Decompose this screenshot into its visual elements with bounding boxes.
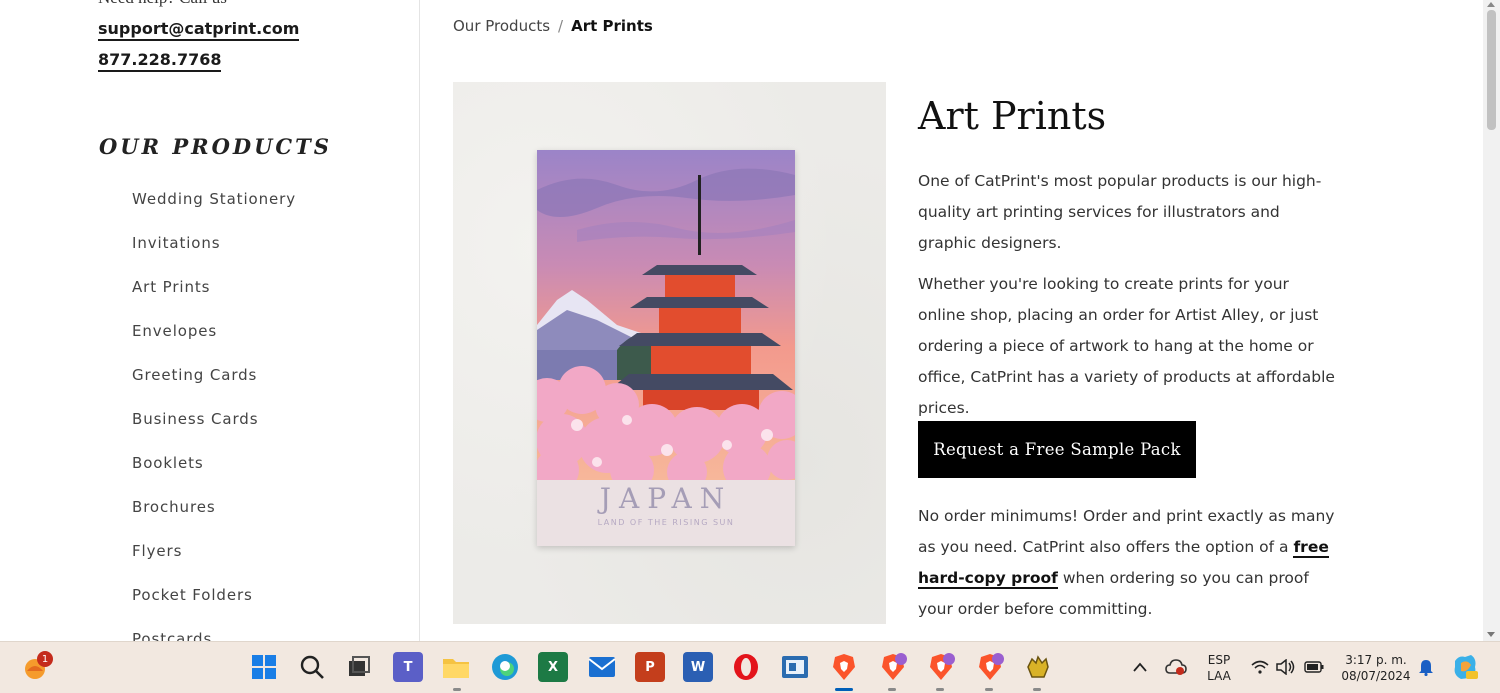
sidebar-item-business-cards[interactable]: Business Cards	[132, 410, 296, 454]
proof-text-before: No order minimums! Order and print exact…	[918, 507, 1335, 556]
clock-time: 3:17 p. m.	[1345, 653, 1407, 667]
print-title-text: JAPAN	[599, 482, 733, 515]
powerpoint-icon[interactable]: P	[635, 652, 665, 682]
keyboard-layout: LAA	[1207, 669, 1231, 683]
products-heading: OUR PRODUCTS	[99, 134, 332, 159]
proof-paragraph: No order minimums! Order and print exact…	[918, 501, 1338, 625]
task-view-icon[interactable]	[344, 652, 374, 682]
wifi-icon[interactable]	[1249, 652, 1271, 682]
brave-running-indicator	[888, 688, 896, 691]
breadcrumb-current: Art Prints	[571, 17, 653, 35]
breadcrumb-parent-link[interactable]: Our Products	[453, 17, 550, 35]
app-running-indicator	[1033, 688, 1041, 691]
copilot-icon[interactable]	[1450, 652, 1480, 682]
word-icon[interactable]: W	[683, 652, 713, 682]
brave-icon[interactable]	[975, 652, 1005, 682]
request-sample-pack-button[interactable]: Request a Free Sample Pack	[918, 421, 1196, 478]
details-paragraph: Whether you're looking to create prints …	[918, 275, 1335, 417]
clock[interactable]: 3:17 p. m. 08/07/2024	[1333, 652, 1419, 684]
print-subtitle-text: LAND OF THE RISING SUN	[597, 518, 735, 527]
language-indicator[interactable]: ESP LAA	[1200, 652, 1238, 684]
excel-icon[interactable]: X	[538, 652, 568, 682]
sidebar-item-flyers[interactable]: Flyers	[132, 542, 296, 586]
sidebar-item-pocket-folders[interactable]: Pocket Folders	[132, 586, 296, 630]
notification-bell-icon[interactable]	[1414, 652, 1438, 682]
intro-paragraph: One of CatPrint's most popular products …	[918, 172, 1322, 252]
sidebar-item-wedding-stationery[interactable]: Wedding Stationery	[132, 190, 296, 234]
sidebar: Need help? Call us support@catprint.com …	[0, 0, 420, 641]
page-scrollbar[interactable]	[1483, 0, 1500, 641]
battery-icon[interactable]	[1302, 652, 1326, 682]
taskbar: 1 T X P W ESP LAA 3:17 p. m. 08/07/2024	[0, 641, 1500, 693]
app-window-icon[interactable]	[780, 652, 810, 682]
windows-start-icon[interactable]	[249, 652, 279, 682]
file-explorer-running-indicator	[453, 688, 461, 691]
sidebar-item-art-prints[interactable]: Art Prints	[132, 278, 296, 322]
japan-art-print: JAPAN LAND OF THE RISING SUN	[537, 150, 795, 546]
opera-icon[interactable]	[731, 652, 761, 682]
breadcrumb-separator: /	[558, 17, 564, 35]
sidebar-item-envelopes[interactable]: Envelopes	[132, 322, 296, 366]
language-code: ESP	[1207, 653, 1231, 667]
clock-date: 08/07/2024	[1341, 669, 1411, 683]
contact-help-text: Need help? Call us	[98, 0, 227, 8]
volume-icon[interactable]	[1275, 652, 1297, 682]
teams-icon[interactable]: T	[393, 652, 423, 682]
brave-icon[interactable]	[829, 652, 859, 682]
yellow-glove-icon[interactable]	[1023, 652, 1053, 682]
brave-running-indicator	[936, 688, 944, 691]
file-explorer-icon[interactable]	[441, 652, 471, 682]
weather-badge: 1	[37, 651, 53, 667]
sidebar-item-booklets[interactable]: Booklets	[132, 454, 296, 498]
search-icon[interactable]	[297, 652, 327, 682]
sidebar-item-brochures[interactable]: Brochures	[132, 498, 296, 542]
page-title: Art Prints	[918, 94, 1107, 138]
sidebar-item-postcards[interactable]: Postcards	[132, 630, 296, 641]
breadcrumb: Our Products / Art Prints	[453, 17, 653, 35]
brave-icon[interactable]	[926, 652, 956, 682]
brave-active-indicator	[835, 688, 853, 691]
products-nav: Wedding Stationery Invitations Art Print…	[132, 190, 296, 641]
scroll-up-arrow-icon[interactable]	[1487, 2, 1495, 7]
cloud-sync-icon[interactable]	[1163, 652, 1189, 682]
sidebar-item-invitations[interactable]: Invitations	[132, 234, 296, 278]
scroll-thumb[interactable]	[1487, 10, 1496, 130]
product-image: JAPAN LAND OF THE RISING SUN	[453, 82, 886, 624]
sidebar-item-greeting-cards[interactable]: Greeting Cards	[132, 366, 296, 410]
scroll-down-arrow-icon[interactable]	[1487, 632, 1495, 637]
mail-icon[interactable]	[587, 652, 617, 682]
brave-running-indicator	[985, 688, 993, 691]
edge-icon[interactable]	[490, 652, 520, 682]
support-email-link[interactable]: support@catprint.com	[98, 19, 300, 41]
support-phone-link[interactable]: 877.228.7768	[98, 50, 222, 72]
chevron-up-icon[interactable]	[1128, 652, 1152, 682]
brave-icon[interactable]	[878, 652, 908, 682]
